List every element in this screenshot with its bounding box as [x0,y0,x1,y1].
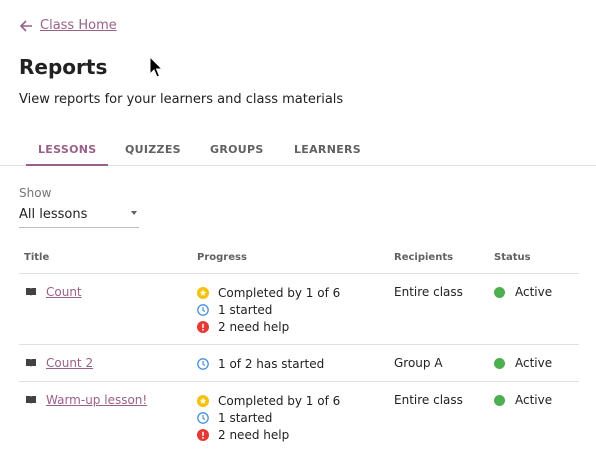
column-header-status: Status [494,252,531,263]
class-home-link[interactable]: Class Home [19,18,117,33]
status-dot-icon [494,286,505,298]
star-icon [197,286,209,299]
table-row: Count 2 1 of 2 has started Group A Activ… [19,345,579,382]
show-filter-label: Show [19,186,52,200]
tab-lessons[interactable]: LESSONS [26,143,109,166]
table-header: Title Progress Recipients Status [19,246,579,274]
caret-down-icon [131,211,137,215]
column-header-recipients: Recipients [394,252,454,263]
status-cell: Active [494,356,552,370]
recipients-cell: Entire class [394,393,463,407]
status-label: Active [515,285,553,299]
status-dot-icon [494,394,505,406]
progress-cell: Completed by 1 of 6 1 started 2 need hel… [197,392,340,443]
status-cell: Active [494,393,552,407]
progress-completed: Completed by 1 of 6 [218,393,341,408]
lesson-title-cell: Count 2 [25,356,93,370]
lesson-title-cell: Count [25,285,82,299]
class-home-label: Class Home [40,18,117,33]
clock-icon [197,303,209,316]
tab-quizzes[interactable]: QUIZZES [125,143,181,164]
lesson-link[interactable]: Count [46,285,82,299]
show-filter-select[interactable]: All lessons [19,206,139,228]
lesson-link[interactable]: Warm-up lesson! [46,393,147,407]
recipients-cell: Entire class [394,285,463,299]
status-dot-icon [494,357,505,369]
column-header-title: Title [24,252,50,263]
alert-icon [197,320,209,333]
lesson-book-icon [26,288,36,296]
report-tabs: LESSONS QUIZZES GROUPS LEARNERS [0,136,596,166]
clock-icon [197,357,209,370]
lesson-book-icon [26,396,36,404]
arrow-left-icon [19,19,32,32]
show-filter-value: All lessons [19,207,88,222]
alert-icon [197,428,209,441]
recipients-cell: Group A [394,356,443,370]
lesson-book-icon [26,359,36,367]
progress-completed: Completed by 1 of 6 [218,285,341,300]
tab-groups[interactable]: GROUPS [210,143,264,164]
status-label: Active [515,393,553,407]
clock-icon [197,411,209,424]
column-header-progress: Progress [197,252,247,263]
page-title: Reports [19,55,108,79]
table-row: Warm-up lesson! Completed by 1 of 6 1 st… [19,382,579,453]
lesson-link[interactable]: Count 2 [46,356,93,370]
table-row: Count Completed by 1 of 6 1 started 2 ne… [19,274,579,345]
tab-learners[interactable]: LEARNERS [294,143,361,164]
status-label: Active [515,356,553,370]
lesson-title-cell: Warm-up lesson! [25,393,147,407]
progress-need-help: 2 need help [218,319,290,334]
mouse-cursor-icon [149,56,164,78]
status-cell: Active [494,285,552,299]
progress-need-help: 2 need help [218,427,290,442]
progress-started: 1 of 2 has started [218,356,325,371]
progress-cell: 1 of 2 has started [197,355,324,372]
progress-started: 1 started [218,410,273,425]
star-icon [197,394,209,407]
progress-cell: Completed by 1 of 6 1 started 2 need hel… [197,284,340,335]
lessons-table: Title Progress Recipients Status Count C… [19,246,579,453]
page-subtitle: View reports for your learners and class… [19,92,344,107]
progress-started: 1 started [218,302,273,317]
